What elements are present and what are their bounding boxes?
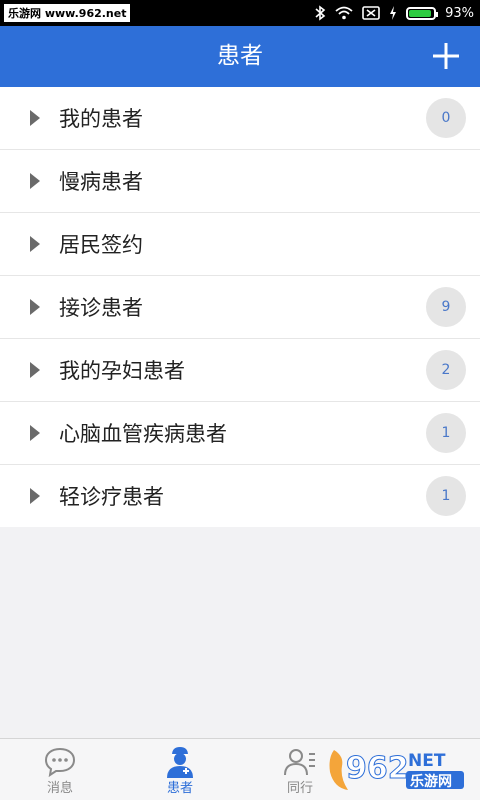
list-item-label: 心脑血管疾病患者	[59, 422, 227, 446]
battery-icon	[406, 6, 439, 20]
list-item-label: 我的患者	[59, 107, 143, 131]
list-item[interactable]: 我的患者 0	[0, 87, 480, 150]
status-bar: 乐游网 www.962.net 93%	[0, 0, 480, 26]
count-badge: 1	[426, 476, 466, 516]
wifi-icon	[335, 6, 353, 20]
svg-text:乐游网: 乐游网	[410, 773, 452, 790]
svg-text:962: 962	[346, 751, 409, 786]
expand-arrow-icon	[30, 425, 40, 441]
list-item-label: 慢病患者	[59, 170, 143, 194]
watermark-logo: 962 NET 乐游网	[329, 750, 464, 790]
list-item[interactable]: 慢病患者	[0, 150, 480, 213]
expand-arrow-icon	[30, 362, 40, 378]
expand-arrow-icon	[30, 488, 40, 504]
patient-category-list: 我的患者 0 慢病患者居民签约接诊患者 9 我的孕妇患者 2 心脑血管疾病患者 1 轻诊疗患者 1	[0, 87, 480, 527]
list-item[interactable]: 接诊患者 9	[0, 276, 480, 339]
battery-fill	[409, 9, 432, 17]
list-item-label: 接诊患者	[59, 296, 143, 320]
chat-bubble-icon	[44, 747, 76, 778]
list-item-label: 居民签约	[59, 233, 143, 257]
svg-text:NET: NET	[408, 751, 446, 771]
tab-messages[interactable]: 消息	[0, 739, 120, 800]
bluetooth-icon	[314, 5, 326, 21]
tab-patients[interactable]: 患者	[120, 739, 240, 800]
tab-label: 消息	[46, 781, 73, 796]
add-patient-button[interactable]	[430, 40, 462, 72]
watermark-text: 乐游网 www.962.net	[4, 4, 131, 22]
expand-arrow-icon	[30, 173, 40, 189]
plus-icon	[433, 43, 459, 69]
count-badge: 2	[426, 350, 466, 390]
bottom-tab-bar: 消息 患者 同行 962 NET 乐游网	[0, 738, 480, 800]
contacts-icon	[284, 749, 315, 776]
count-badge: 1	[426, 413, 466, 453]
expand-arrow-icon	[30, 236, 40, 252]
expand-arrow-icon	[30, 110, 40, 126]
no-sim-icon	[362, 6, 380, 20]
expand-arrow-icon	[30, 299, 40, 315]
status-icons: 93%	[314, 5, 480, 21]
list-item-label: 我的孕妇患者	[59, 359, 185, 383]
header-bar: 患者	[0, 26, 480, 87]
list-item[interactable]: 我的孕妇患者 2	[0, 339, 480, 402]
count-badge: 0	[426, 98, 466, 138]
list-item[interactable]: 心脑血管疾病患者 1	[0, 402, 480, 465]
list-item[interactable]: 居民签约	[0, 213, 480, 276]
tab-label: 患者	[166, 781, 193, 796]
count-badge: 9	[426, 287, 466, 327]
list-item[interactable]: 轻诊疗患者 1	[0, 465, 480, 527]
list-item-label: 轻诊疗患者	[59, 485, 164, 509]
page-title: 患者	[217, 43, 263, 69]
battery-percent: 93%	[445, 5, 474, 21]
doctor-icon	[167, 747, 193, 778]
charging-icon	[389, 6, 397, 20]
